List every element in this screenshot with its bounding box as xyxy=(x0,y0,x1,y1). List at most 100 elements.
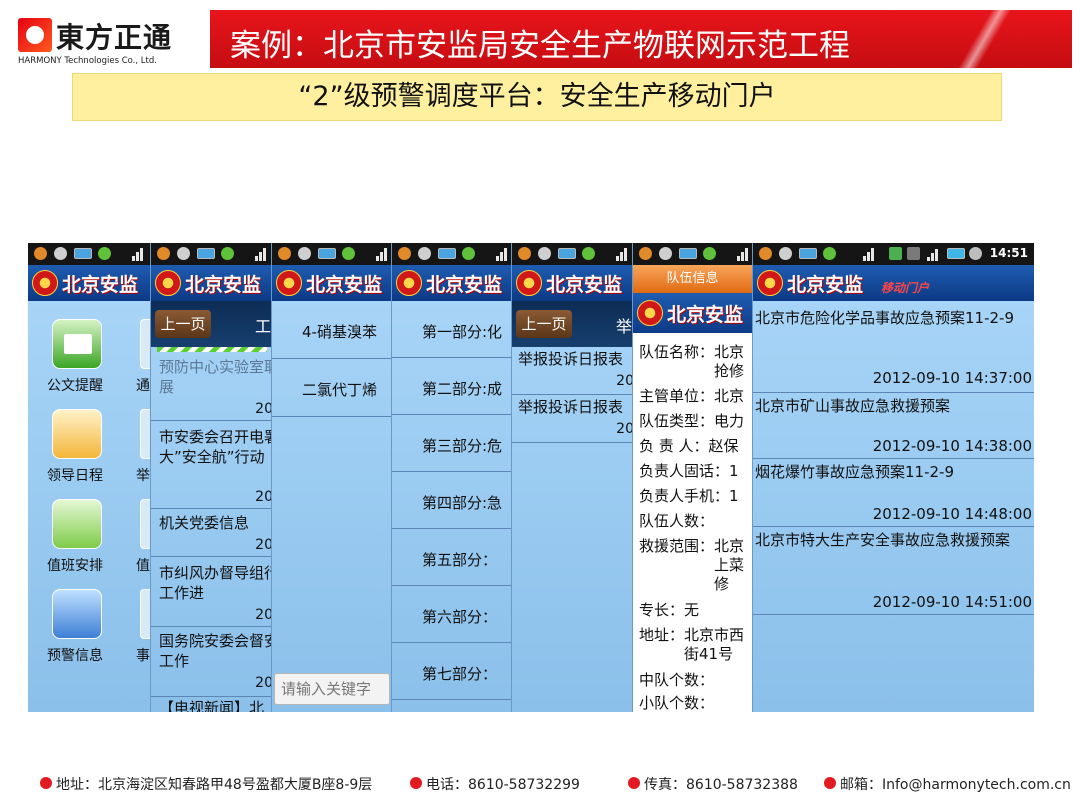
banner-title: 北京安监 xyxy=(62,274,139,296)
plus-icon xyxy=(823,247,836,260)
news-date: 20 xyxy=(255,401,272,417)
detail-row: 修 xyxy=(639,575,730,593)
app-banner: 北京安监 xyxy=(272,265,391,301)
app-label[interactable]: 值班安排 xyxy=(47,555,103,575)
status-bar: 14:51 xyxy=(753,243,1034,265)
list-item[interactable]: 第一部分:化 xyxy=(392,301,511,358)
logo-mark-icon xyxy=(18,18,52,52)
plus-icon xyxy=(98,247,111,260)
battery-icon xyxy=(74,248,92,259)
list-item[interactable]: 烟花爆竹事故应急预案11-2-9 2012-09-10 14:48:00 xyxy=(753,459,1034,527)
list-item[interactable]: 举报投诉日报表 20 xyxy=(512,395,632,443)
search-input[interactable]: 请输入关键字 xyxy=(274,673,390,705)
notification-icon xyxy=(759,247,772,260)
list-item[interactable]: 二氯代丁烯 xyxy=(272,359,391,417)
partial-app-icon[interactable] xyxy=(140,499,150,549)
list-item[interactable]: 第七部分： xyxy=(392,643,511,700)
detail-row: 队伍类型：电力 xyxy=(639,412,745,430)
section-label: 第三部分:危 xyxy=(422,437,503,455)
list-item[interactable]: 北京市特大生产安全事故应急救援预案 2012-09-10 14:51:00 xyxy=(753,527,1034,615)
plus-icon xyxy=(221,247,234,260)
section-label: 第二部分:成 xyxy=(422,380,503,398)
android-icon xyxy=(418,247,431,260)
phone-panel-home: 北京安监 公文提醒 领导日程 值班安排 预警信息 通 举 值 事 xyxy=(28,243,151,712)
detail-row: 专长：无 xyxy=(639,601,700,619)
list-item[interactable]: 北京市危险化学品事故应急预案11-2-9 2012-09-10 14:37:00 xyxy=(753,305,1034,393)
list-item[interactable]: 预防中心实验室取得新进展 20 xyxy=(151,353,271,421)
notification-icon xyxy=(157,247,170,260)
partial-app-icon[interactable] xyxy=(140,319,150,369)
detail-row: 小队个数： xyxy=(639,694,715,712)
battery-icon xyxy=(197,248,215,259)
list-item[interactable]: 第二部分:成 xyxy=(392,358,511,415)
back-button[interactable]: 上一页 xyxy=(155,310,211,338)
phone-panel-chemicals: 北京安监 4-硝基溴苯 二氯代丁烯 请输入关键字 xyxy=(272,243,392,712)
list-item[interactable]: 【电视新闻】北 xyxy=(151,697,271,712)
nav-bar: 上一页 举 xyxy=(512,301,632,347)
emblem-icon xyxy=(757,270,783,296)
android-icon xyxy=(177,247,190,260)
tab-team-info[interactable]: 队伍信息 xyxy=(633,265,752,293)
list-item[interactable]: 第四部分:急 xyxy=(392,472,511,529)
detail-row: 主管单位：北京 xyxy=(639,387,745,405)
loading-progress xyxy=(157,347,267,352)
calendar-person-icon[interactable] xyxy=(52,409,102,459)
alarm-icon xyxy=(969,247,982,260)
partial-app-icon[interactable] xyxy=(140,589,150,639)
app-banner: 北京安监 xyxy=(633,293,752,333)
app-label[interactable]: 公文提醒 xyxy=(47,375,103,395)
android-icon xyxy=(659,247,672,260)
phone-icon xyxy=(410,777,422,789)
plus-icon xyxy=(582,247,595,260)
banner-title: 北京安监 xyxy=(306,274,383,296)
plus-icon xyxy=(342,247,355,260)
section-label: 第六部分： xyxy=(422,608,498,626)
news-date: 20 xyxy=(255,607,272,623)
team-detail: 队伍名称：北京 抢修 主管单位：北京 队伍类型：电力 负 责 人：赵保 负责人固… xyxy=(633,333,752,712)
status-bar xyxy=(633,243,752,265)
list-item[interactable]: 第五部分： xyxy=(392,529,511,586)
slide-subtitle: “2”级预警调度平台：安全生产移动门户 xyxy=(298,81,776,112)
plan-time: 2012-09-10 14:48:00 xyxy=(872,505,1032,523)
duty-clock-icon[interactable] xyxy=(52,499,102,549)
list-item[interactable]: 机关党委信息 20 xyxy=(151,509,271,557)
news-title: 市安委会召开电署“十八大”安全航”行动 xyxy=(159,428,271,466)
list-item[interactable]: 市安委会召开电署“十八大”安全航”行动 20 xyxy=(151,421,271,509)
back-button[interactable]: 上一页 xyxy=(516,310,572,338)
partial-app-label: 值 xyxy=(136,558,150,574)
mail-icon[interactable] xyxy=(52,319,102,369)
list-item[interactable]: 举报投诉日报表 20 xyxy=(512,347,632,395)
banner-title: 北京安监 xyxy=(546,274,623,296)
news-title: 预防中心实验室取得新进展 xyxy=(159,358,271,396)
subtitle-band: “2”级预警调度平台：安全生产移动门户 xyxy=(72,73,1002,121)
location-icon xyxy=(40,777,52,789)
banner-title: 北京安监 xyxy=(426,274,503,296)
banner-title: 北京安监 xyxy=(667,304,744,326)
app-label[interactable]: 领导日程 xyxy=(47,465,103,485)
app-label[interactable]: 预警信息 xyxy=(47,645,103,665)
list-item[interactable]: 北京市矿山事故应急救援预案 2012-09-10 14:38:00 xyxy=(753,393,1034,459)
list-item[interactable]: 4-硝基溴苯 xyxy=(272,301,391,359)
partial-app-icon[interactable] xyxy=(140,409,150,459)
home-grid: 公文提醒 领导日程 值班安排 预警信息 通 举 值 事 xyxy=(28,301,150,712)
list-item[interactable]: 国务院安委会督安全生产工作 20 xyxy=(151,627,271,697)
list-item[interactable]: 第三部分:危 xyxy=(392,415,511,472)
battery-icon xyxy=(318,248,336,259)
work-network-icon[interactable] xyxy=(52,589,102,639)
status-clock: 14:51 xyxy=(989,246,1028,260)
section-label: 第七部分： xyxy=(422,665,498,683)
banner-title: 北京安监 xyxy=(185,274,262,296)
detail-row: 队伍人数： xyxy=(639,512,715,530)
news-title: 市纠风办督导组行政许可工作进 xyxy=(159,564,271,602)
list-item[interactable]: 市纠风办督导组行政许可工作进 20 xyxy=(151,557,271,627)
status-bar xyxy=(392,243,511,265)
phone-panel-news: 北京安监 上一页 工 预防中心实验室取得新进展 20 市安委会召开电署“十八大”… xyxy=(151,243,272,712)
report-title: 举报投诉日报表 xyxy=(518,398,624,416)
news-title: 【电视新闻】北 xyxy=(159,699,265,712)
list-item[interactable]: 第六部分： xyxy=(392,586,511,643)
fax-icon xyxy=(628,777,640,789)
app-banner: 北京安监 xyxy=(151,265,271,301)
footer-email[interactable]: 邮箱：Info@harmonytech.com.cn xyxy=(840,774,1071,794)
report-date: 20 xyxy=(616,373,633,389)
emblem-icon xyxy=(32,270,58,296)
